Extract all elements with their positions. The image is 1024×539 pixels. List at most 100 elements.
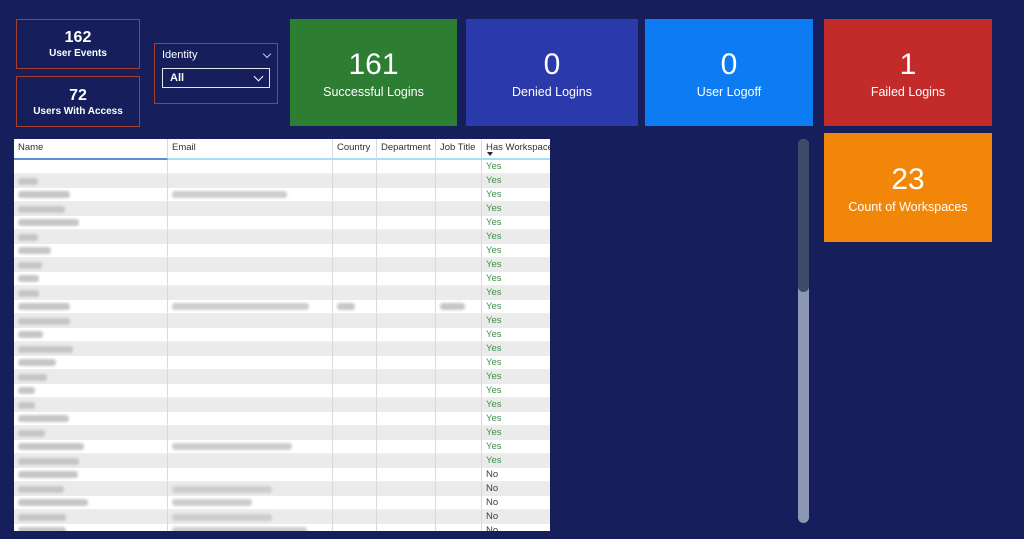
has-workspace-value: Yes xyxy=(486,412,502,425)
kpi-card-count-of-workspaces[interactable]: 23 Count of Workspaces xyxy=(824,133,992,242)
table-row[interactable]: Yes xyxy=(14,440,550,454)
kpi-card-users-with-access[interactable]: 72 Users With Access xyxy=(16,76,140,127)
table-row[interactable]: Yes xyxy=(14,384,550,398)
column-header-job-title[interactable]: Job Title xyxy=(436,139,482,160)
table-row[interactable]: Yes xyxy=(14,216,550,230)
redacted-cell xyxy=(168,300,333,313)
has-workspace-cell: Yes xyxy=(482,272,550,285)
table-row[interactable]: Yes xyxy=(14,356,550,370)
redacted-cell xyxy=(333,454,377,468)
has-workspace-value: No xyxy=(486,524,498,531)
table-row[interactable]: Yes xyxy=(14,328,550,342)
column-header-country[interactable]: Country xyxy=(333,139,377,160)
redacted-cell xyxy=(377,342,436,356)
redacted-cell xyxy=(168,370,333,384)
redacted-cell xyxy=(168,398,333,412)
has-workspace-value: Yes xyxy=(486,328,502,341)
redacted-text-blob xyxy=(172,514,272,521)
table-row[interactable]: No xyxy=(14,496,550,510)
redacted-cell xyxy=(377,412,436,425)
redacted-text-blob xyxy=(18,415,69,422)
table-row[interactable]: Yes xyxy=(14,188,550,202)
redacted-cell xyxy=(333,230,377,244)
table-row[interactable]: Yes xyxy=(14,272,550,286)
table-row[interactable]: Yes xyxy=(14,244,550,258)
redacted-text-blob xyxy=(172,527,307,531)
redacted-cell xyxy=(14,174,168,188)
has-workspace-value: No xyxy=(486,482,498,496)
table-row[interactable]: Yes xyxy=(14,314,550,328)
redacted-cell xyxy=(168,384,333,397)
redacted-cell xyxy=(333,244,377,257)
redacted-cell xyxy=(377,454,436,468)
table-row[interactable]: Yes xyxy=(14,342,550,356)
redacted-cell xyxy=(377,426,436,440)
table-row[interactable]: Yes xyxy=(14,160,550,174)
table-row[interactable]: Yes xyxy=(14,454,550,468)
redacted-cell xyxy=(333,440,377,453)
table-row[interactable]: Yes xyxy=(14,258,550,272)
has-workspace-cell: Yes xyxy=(482,174,550,188)
kpi-card-failed-logins[interactable]: 1 Failed Logins xyxy=(824,19,992,126)
redacted-text-blob xyxy=(18,527,66,531)
redacted-cell xyxy=(14,398,168,412)
has-workspace-cell: No xyxy=(482,496,550,509)
redacted-text-blob xyxy=(18,458,79,465)
kpi-card-user-logoff[interactable]: 0 User Logoff xyxy=(645,19,813,126)
redacted-cell xyxy=(436,510,482,524)
redacted-cell xyxy=(14,202,168,216)
identity-dropdown[interactable]: All xyxy=(162,68,270,88)
redacted-cell xyxy=(168,244,333,257)
kpi-card-user-events[interactable]: 162 User Events xyxy=(16,19,140,69)
table-row[interactable]: No xyxy=(14,524,550,531)
redacted-cell xyxy=(168,174,333,188)
has-workspace-cell: Yes xyxy=(482,440,550,453)
column-header-email[interactable]: Email xyxy=(168,139,333,160)
redacted-text-blob xyxy=(172,499,252,506)
redacted-cell xyxy=(168,426,333,440)
kpi-card-denied-logins[interactable]: 0 Denied Logins xyxy=(466,19,638,126)
table-row[interactable]: Yes xyxy=(14,398,550,412)
column-header-has-workspace[interactable]: Has Workspace xyxy=(482,139,550,160)
has-workspace-cell: Yes xyxy=(482,258,550,272)
table-row[interactable]: Yes xyxy=(14,300,550,314)
redacted-cell xyxy=(333,300,377,313)
has-workspace-value: Yes xyxy=(486,426,502,440)
scrollbar-thumb[interactable] xyxy=(798,139,809,292)
table-row[interactable]: Yes xyxy=(14,370,550,384)
redacted-cell xyxy=(14,524,168,531)
has-workspace-value: Yes xyxy=(486,174,502,188)
has-workspace-cell: No xyxy=(482,524,550,531)
redacted-cell xyxy=(436,202,482,216)
redacted-text-blob xyxy=(18,402,35,409)
column-header-department[interactable]: Department xyxy=(377,139,436,160)
redacted-cell xyxy=(333,496,377,509)
redacted-cell xyxy=(333,426,377,440)
table-row[interactable]: Yes xyxy=(14,426,550,440)
table-row[interactable]: No xyxy=(14,482,550,496)
redacted-cell xyxy=(14,216,168,229)
has-workspace-cell: No xyxy=(482,468,550,481)
has-workspace-cell: Yes xyxy=(482,454,550,468)
redacted-cell xyxy=(377,496,436,509)
table-row[interactable]: Yes xyxy=(14,412,550,426)
kpi-card-successful-logins[interactable]: 161 Successful Logins xyxy=(290,19,457,126)
kpi-value: 162 xyxy=(65,28,92,47)
has-workspace-value: Yes xyxy=(486,454,502,468)
table-row[interactable]: Yes xyxy=(14,286,550,300)
redacted-cell xyxy=(333,328,377,341)
vertical-scrollbar[interactable] xyxy=(798,139,809,523)
table-row[interactable]: Yes xyxy=(14,174,550,188)
table-row[interactable]: Yes xyxy=(14,230,550,244)
column-header-name[interactable]: Name xyxy=(14,139,168,160)
table-row[interactable]: Yes xyxy=(14,202,550,216)
redacted-cell xyxy=(168,328,333,341)
chevron-down-icon[interactable] xyxy=(263,49,271,57)
has-workspace-value: Yes xyxy=(486,300,502,313)
table-row[interactable]: No xyxy=(14,510,550,524)
redacted-cell xyxy=(377,244,436,257)
redacted-cell xyxy=(333,258,377,272)
redacted-text-blob xyxy=(18,374,47,381)
table-row[interactable]: No xyxy=(14,468,550,482)
redacted-cell xyxy=(377,468,436,481)
